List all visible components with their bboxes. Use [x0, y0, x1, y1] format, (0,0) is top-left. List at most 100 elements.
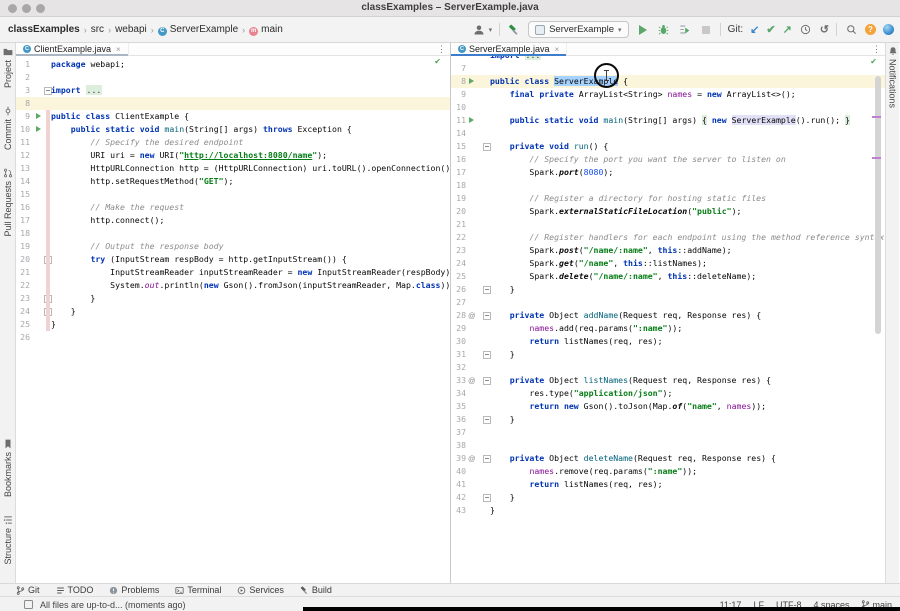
- tool-window-button-pull-requests[interactable]: Pull Requests: [3, 168, 13, 237]
- rollback-icon[interactable]: ↺: [820, 23, 829, 37]
- line-number[interactable]: 2: [16, 71, 30, 84]
- code-line[interactable]: 11 // Specify the desired endpoint: [16, 136, 450, 149]
- code-with-me-icon[interactable]: [883, 24, 894, 35]
- code-line[interactable]: 43}: [451, 504, 885, 517]
- stop-button[interactable]: [699, 23, 713, 37]
- line-number[interactable]: 33: [451, 374, 466, 387]
- line-number[interactable]: 24: [16, 305, 30, 318]
- code-line[interactable]: 20 try (InputStream respBody = http.getI…: [16, 253, 450, 266]
- code-line[interactable]: 12 URI uri = new URI("http://localhost:8…: [16, 149, 450, 162]
- code-line[interactable]: 16 // Make the request: [16, 201, 450, 214]
- line-number[interactable]: 43: [451, 504, 466, 517]
- breadcrumb-item[interactable]: src: [91, 24, 104, 35]
- tool-window-button-structure[interactable]: Structure: [3, 515, 13, 565]
- line-number[interactable]: 41: [451, 478, 466, 491]
- line-number[interactable]: 12: [16, 149, 30, 162]
- history-icon[interactable]: [799, 23, 813, 37]
- tool-window-switcher-icon[interactable]: [24, 600, 33, 609]
- code-line[interactable]: 31 }: [451, 348, 885, 361]
- tool-window-button-build[interactable]: Build: [300, 585, 332, 595]
- line-number[interactable]: 14: [451, 127, 466, 140]
- code-line[interactable]: 9public class ClientExample {: [16, 110, 450, 123]
- close-tab-icon[interactable]: ×: [555, 45, 560, 54]
- tab-options-icon[interactable]: ⋮: [437, 43, 446, 55]
- line-number[interactable]: 7: [451, 62, 466, 75]
- line-number[interactable]: 9: [16, 110, 30, 123]
- editor-body[interactable]: import ...78public class ServerExample {…: [451, 56, 885, 583]
- code-line[interactable]: 40 names.remove(req.params(":name"));: [451, 465, 885, 478]
- code-line[interactable]: 22 System.out.println(new Gson().fromJso…: [16, 279, 450, 292]
- line-number[interactable]: 27: [451, 296, 466, 309]
- update-project-icon[interactable]: ↙: [750, 23, 759, 37]
- line-number[interactable]: 21: [16, 266, 30, 279]
- code-line[interactable]: 13 HttpURLConnection http = (HttpURLConn…: [16, 162, 450, 175]
- line-number[interactable]: 11: [16, 136, 30, 149]
- ide-update-badge-icon[interactable]: ?: [865, 24, 876, 35]
- run-gutter-icon[interactable]: [36, 126, 41, 132]
- code-line[interactable]: 29 names.add(req.params(":name"));: [451, 322, 885, 335]
- line-number[interactable]: 18: [451, 179, 466, 192]
- code-line[interactable]: 21: [451, 218, 885, 231]
- tool-window-button-services[interactable]: Services: [237, 585, 284, 595]
- code-line[interactable]: 25 Spark.delete("/name/:name", this::del…: [451, 270, 885, 283]
- code-line[interactable]: 19 // Output the response body: [16, 240, 450, 253]
- inspection-ok-icon[interactable]: ✔: [434, 57, 441, 66]
- code-line[interactable]: 25}: [16, 318, 450, 331]
- code-line[interactable]: 14: [451, 127, 885, 140]
- code-line[interactable]: 27: [451, 296, 885, 309]
- line-number[interactable]: 19: [451, 192, 466, 205]
- line-number[interactable]: 32: [451, 361, 466, 374]
- tab-serverexample[interactable]: C ServerExample.java ×: [451, 43, 567, 55]
- line-number[interactable]: 16: [16, 201, 30, 214]
- commit-icon[interactable]: ✔: [766, 23, 775, 37]
- code-line[interactable]: 18: [16, 227, 450, 240]
- code-line[interactable]: 24 }: [16, 305, 450, 318]
- code-line[interactable]: 33@ private Object listNames(Request req…: [451, 374, 885, 387]
- run-gutter-icon[interactable]: [36, 113, 41, 119]
- line-number[interactable]: 37: [451, 426, 466, 439]
- tab-clientexample[interactable]: C ClientExample.java ×: [16, 43, 129, 55]
- tool-window-button-problems[interactable]: Problems: [109, 585, 159, 595]
- code-line[interactable]: 18: [451, 179, 885, 192]
- code-line[interactable]: 38: [451, 439, 885, 452]
- line-number[interactable]: 18: [16, 227, 30, 240]
- line-number[interactable]: 25: [16, 318, 30, 331]
- tab-options-icon[interactable]: ⋮: [872, 43, 881, 55]
- code-line[interactable]: 26 }: [451, 283, 885, 296]
- line-number[interactable]: 17: [16, 214, 30, 227]
- code-line[interactable]: 8: [16, 97, 450, 110]
- line-number[interactable]: 10: [16, 123, 30, 136]
- line-number[interactable]: 38: [451, 439, 466, 452]
- code-line[interactable]: 24 Spark.get("/name", this::listNames);: [451, 257, 885, 270]
- line-number[interactable]: 35: [451, 400, 466, 413]
- breadcrumb-item[interactable]: webapi: [115, 24, 147, 35]
- code-line[interactable]: 22 // Register handlers for each endpoin…: [451, 231, 885, 244]
- error-stripe-mark[interactable]: [872, 157, 881, 159]
- line-number[interactable]: 20: [16, 253, 30, 266]
- line-number[interactable]: 1: [16, 58, 30, 71]
- code-line[interactable]: 11 public static void main(String[] args…: [451, 114, 885, 127]
- code-line[interactable]: 7: [451, 62, 885, 75]
- code-line[interactable]: 15 private void run() {: [451, 140, 885, 153]
- line-number[interactable]: 31: [451, 348, 466, 361]
- line-number[interactable]: 42: [451, 491, 466, 504]
- code-line[interactable]: 23 }: [16, 292, 450, 305]
- code-line[interactable]: 14 http.setRequestMethod("GET");: [16, 175, 450, 188]
- breadcrumb-item[interactable]: mmain: [249, 24, 283, 36]
- line-number[interactable]: 23: [16, 292, 30, 305]
- code-line[interactable]: 2: [16, 71, 450, 84]
- tool-window-button-project[interactable]: Project: [3, 47, 13, 88]
- code-line[interactable]: 37: [451, 426, 885, 439]
- tool-window-button-notifications[interactable]: Notifications: [888, 46, 898, 108]
- tool-window-button-commit[interactable]: Commit: [3, 106, 13, 150]
- line-number[interactable]: 9: [451, 88, 466, 101]
- line-number[interactable]: 25: [451, 270, 466, 283]
- code-line[interactable]: 32: [451, 361, 885, 374]
- build-project-icon[interactable]: [507, 23, 521, 37]
- code-line[interactable]: 26: [16, 331, 450, 344]
- line-number[interactable]: 22: [16, 279, 30, 292]
- code-line[interactable]: 3import ...: [16, 84, 450, 97]
- code-line[interactable]: 21 InputStreamReader inputStreamReader =…: [16, 266, 450, 279]
- code-line[interactable]: 17 http.connect();: [16, 214, 450, 227]
- run-button[interactable]: [636, 23, 650, 37]
